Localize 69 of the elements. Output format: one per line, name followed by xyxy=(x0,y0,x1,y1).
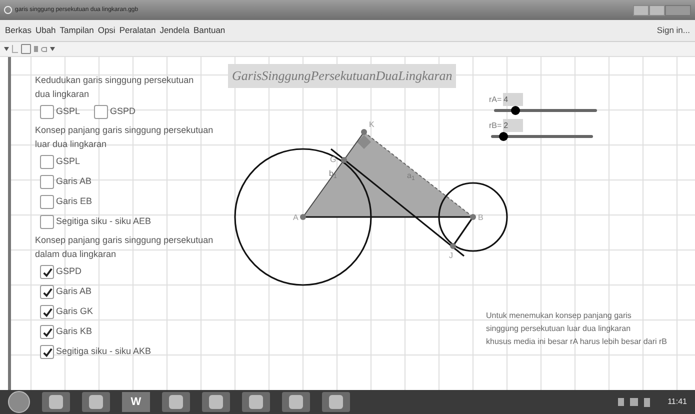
caret-icon[interactable] xyxy=(4,47,9,51)
slider-thumb[interactable] xyxy=(510,106,520,115)
taskbar-app[interactable] xyxy=(82,392,110,412)
checkbox[interactable] xyxy=(40,175,54,189)
slider-value[interactable]: 4 xyxy=(502,93,523,106)
taskbar-app[interactable] xyxy=(202,392,230,412)
taskbar-app[interactable] xyxy=(282,392,310,412)
checkbox[interactable] xyxy=(40,105,54,119)
checkbox[interactable] xyxy=(40,215,54,229)
clock[interactable]: 11:41 xyxy=(668,396,687,408)
section-heading: Konsep panjang garis singgung persekutuan luar dua lingkaran xyxy=(35,124,214,151)
point[interactable] xyxy=(450,243,456,249)
taskbar-app[interactable] xyxy=(322,392,350,412)
checkbox[interactable] xyxy=(94,105,108,119)
point-label: A xyxy=(293,213,298,222)
taskbar-app[interactable] xyxy=(162,392,190,412)
maximize-button[interactable] xyxy=(649,4,665,16)
point[interactable] xyxy=(470,214,476,220)
checkbox[interactable] xyxy=(40,285,54,299)
start-button[interactable] xyxy=(8,391,30,413)
point[interactable] xyxy=(341,157,347,163)
checkbox-label[interactable]: GSPL xyxy=(56,155,80,169)
slider-label: rA= xyxy=(489,94,502,106)
checkbox-label[interactable]: Segitiga siku - siku AEB xyxy=(56,215,152,229)
point-label: B xyxy=(478,213,484,222)
taskbar-app[interactable] xyxy=(42,392,70,412)
menu-item[interactable]: Berkas xyxy=(5,24,32,37)
checkbox-label[interactable]: Garis GK xyxy=(56,305,94,319)
caret-icon[interactable] xyxy=(50,47,55,51)
checkbox[interactable] xyxy=(40,265,54,279)
menu-item[interactable]: Jendela xyxy=(160,24,190,37)
checkbox-label[interactable]: Garis KB xyxy=(56,325,92,339)
checkbox[interactable] xyxy=(40,195,54,209)
minimize-button[interactable] xyxy=(633,4,649,16)
right-angle-marker xyxy=(357,135,371,149)
menu-item[interactable]: Tampilan xyxy=(60,24,94,37)
menu-item[interactable]: Opsi xyxy=(98,24,116,37)
checkbox-label[interactable]: Garis AB xyxy=(56,175,92,189)
slider-value[interactable]: 2 xyxy=(502,119,523,132)
section-heading: Kedudukan garis singgung persekutuan dua lingkaran xyxy=(35,74,195,101)
section-heading: Konsep panjang garis singgung persekutuan dalam dua lingkaran xyxy=(35,234,214,261)
checkbox-label[interactable]: Garis EB xyxy=(56,195,92,209)
menu-item[interactable]: Ubah xyxy=(35,24,56,37)
canvas-title: GarisSinggungPersekutuanDuaLingkaran xyxy=(228,64,456,88)
checkbox[interactable] xyxy=(40,345,54,359)
point-label: G xyxy=(330,155,336,164)
checkbox-label[interactable]: GSPD xyxy=(56,265,82,279)
slider-thumb[interactable] xyxy=(499,132,508,141)
taskbar-app[interactable]: W xyxy=(122,392,150,412)
sign-in-link[interactable]: Sign in... xyxy=(656,24,690,37)
slider-track[interactable] xyxy=(494,109,597,112)
segment-bj xyxy=(452,216,474,246)
menu-item[interactable]: Bantuan xyxy=(193,24,226,37)
point-label: J xyxy=(449,251,453,260)
slider-label: rB= xyxy=(489,120,502,132)
checkbox[interactable] xyxy=(40,325,54,339)
checkbox-label[interactable]: Garis AB xyxy=(56,285,92,299)
point-label: K xyxy=(369,120,374,129)
checkbox-label[interactable]: GSPD xyxy=(110,105,136,119)
taskbar-app[interactable] xyxy=(242,392,270,412)
checkbox-label[interactable]: Segitiga siku - siku AKB xyxy=(56,345,152,359)
menu-item[interactable]: Peralatan xyxy=(119,24,156,37)
checkbox[interactable] xyxy=(40,155,54,169)
slider-track[interactable] xyxy=(491,135,593,138)
graphics-view[interactable] xyxy=(8,57,695,390)
checkbox-label[interactable]: GSPL xyxy=(56,105,80,119)
note-text: Untuk menemukan konsep panjang garis singgung persekutuan luar dua lingkaran khusus media ini besar rA harus lebih besar dari rB xyxy=(486,310,667,348)
small-circle xyxy=(438,182,508,252)
checkbox[interactable] xyxy=(40,305,54,319)
